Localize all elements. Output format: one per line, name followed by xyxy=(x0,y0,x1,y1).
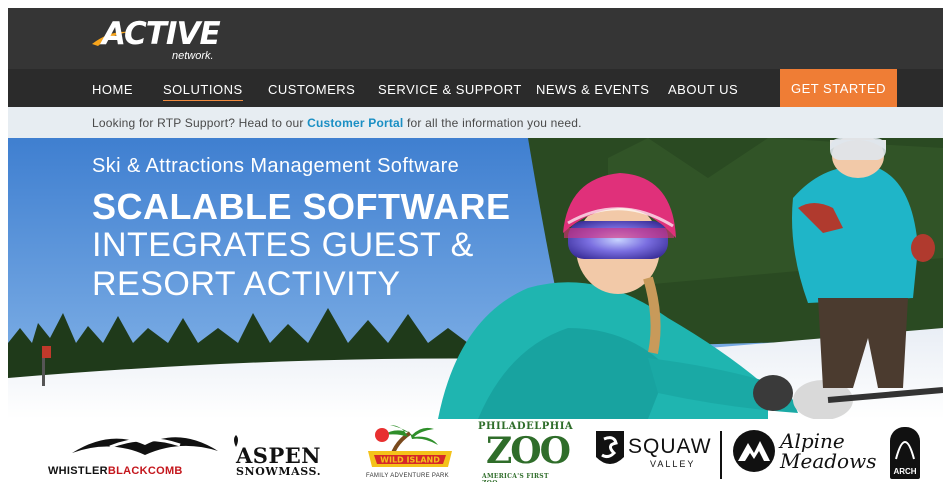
nav-item-customers[interactable]: CUSTOMERS xyxy=(268,82,355,97)
hero-title: SCALABLE SOFTWARE xyxy=(92,186,511,227)
nav-item-home[interactable]: HOME xyxy=(92,82,133,97)
wild-island-palm-icon: WILD ISLAND xyxy=(368,425,452,467)
nav-item-service-support[interactable]: SERVICE & SUPPORT xyxy=(378,82,522,97)
customer-portal-link[interactable]: Customer Portal xyxy=(307,116,403,130)
whistler-blackcomb-text: WHISTLERBLACKCOMB xyxy=(48,465,183,477)
zoo-tagline: AMERICA'S FIRST ZOO xyxy=(482,473,549,482)
active-network-logo[interactable]: ACTIVE network. xyxy=(92,14,232,64)
nav-item-solutions[interactable]: SOLUTIONS xyxy=(163,82,243,101)
arch-logo[interactable]: ARCH xyxy=(890,427,920,479)
squaw-valley-logo[interactable]: SQUAW VALLEY xyxy=(588,429,722,479)
nav-item-news-events[interactable]: NEWS & EVENTS xyxy=(536,82,649,97)
squaw-shield-icon xyxy=(596,431,624,464)
hero-subtitle-line-2: RESORT ACTIVITY xyxy=(92,265,401,303)
support-notice-bar: Looking for RTP Support? Head to our Cus… xyxy=(8,107,943,138)
logo-subtext: network. xyxy=(172,50,214,62)
logo-divider xyxy=(720,431,722,479)
nav-item-about-us[interactable]: ABOUT US xyxy=(668,82,738,97)
wild-island-text: WILD ISLAND xyxy=(380,456,440,465)
hero-subtitle: INTEGRATES GUEST & RESORT ACTIVITY xyxy=(92,226,512,304)
site-frame: ACTIVE network. HOME SOLUTIONS CUSTOMERS… xyxy=(8,8,943,482)
notice-suffix: for all the information you need. xyxy=(403,116,582,130)
main-nav: HOME SOLUTIONS CUSTOMERS SERVICE & SUPPO… xyxy=(8,69,943,107)
arch-icon xyxy=(895,441,915,460)
header-logo-bar: ACTIVE network. xyxy=(8,8,943,69)
alpine-meadows-logo[interactable]: Alpine Meadows xyxy=(730,427,876,477)
alpine-mountain-icon xyxy=(733,430,775,472)
notice-prefix: Looking for RTP Support? Head to our xyxy=(92,116,308,130)
zoo-text: ZOO xyxy=(486,430,571,472)
whistler-blackcomb-logo[interactable]: WHISTLERBLACKCOMB xyxy=(48,433,218,479)
snowmass-text: SNOWMASS. xyxy=(236,465,322,478)
squaw-text: SQUAW xyxy=(628,435,712,458)
page: ACTIVE network. HOME SOLUTIONS CUSTOMERS… xyxy=(0,0,943,482)
logo-wordmark: ACTIVE xyxy=(102,16,221,52)
meadows-text: Meadows xyxy=(780,449,877,473)
wild-island-tagline: FAMILY ADVENTURE PARK xyxy=(366,473,449,479)
arch-text: ARCH xyxy=(893,467,917,476)
hero-banner: Ski & Attractions Management Software SC… xyxy=(8,138,943,419)
hero-eyebrow: Ski & Attractions Management Software xyxy=(92,155,460,177)
valley-text: VALLEY xyxy=(650,459,696,469)
philadelphia-zoo-logo[interactable]: PHILADELPHIA ZOO AMERICA'S FIRST ZOO xyxy=(474,421,573,482)
get-started-button[interactable]: GET STARTED xyxy=(780,69,897,107)
customer-logos-strip: WHISTLERBLACKCOMB ASPEN SNOWMASS. WILD I… xyxy=(8,419,943,482)
hero-subtitle-line-1: INTEGRATES GUEST & xyxy=(92,226,474,264)
support-notice-text: Looking for RTP Support? Head to our Cus… xyxy=(92,116,582,130)
blackcomb-text: BLACKCOMB xyxy=(107,465,183,477)
wild-island-logo[interactable]: WILD ISLAND FAMILY ADVENTURE PARK xyxy=(360,425,460,481)
whistler-text: WHISTLER xyxy=(48,465,108,477)
whistler-mark-icon xyxy=(72,437,218,455)
aspen-snowmass-logo[interactable]: ASPEN SNOWMASS. xyxy=(232,435,321,481)
